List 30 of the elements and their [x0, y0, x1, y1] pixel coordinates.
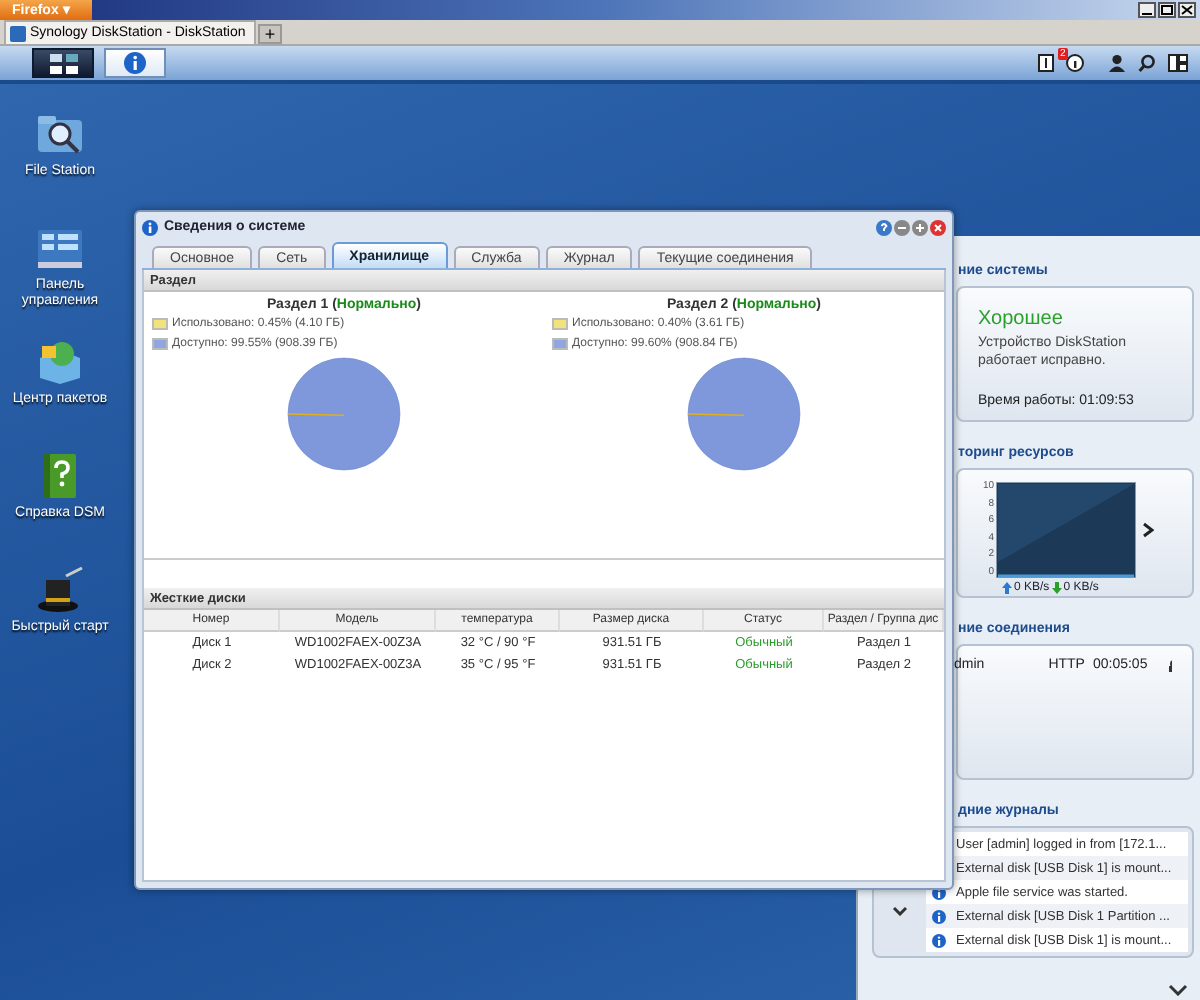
chevron-down-icon[interactable]	[892, 905, 908, 915]
book-icon[interactable]	[1038, 54, 1054, 72]
chevron-down-icon[interactable]	[1168, 984, 1188, 996]
main-menu-button[interactable]	[32, 48, 94, 78]
pie-chart-drawing	[284, 354, 404, 474]
maximize-icon[interactable]	[1158, 2, 1176, 18]
chevron-right-icon[interactable]	[1142, 522, 1154, 538]
info-icon	[932, 933, 946, 947]
new-tab-button[interactable]: +	[258, 24, 282, 44]
info-app-button[interactable]	[104, 48, 166, 78]
widgets-icon[interactable]	[1168, 54, 1188, 72]
user-icon[interactable]	[1108, 54, 1126, 72]
magic-hat-icon	[34, 564, 86, 616]
help-icon[interactable]	[876, 219, 892, 235]
info-icon	[932, 909, 946, 923]
arrow-down-icon	[1051, 582, 1062, 594]
info-icon	[124, 52, 146, 74]
package-box-icon	[34, 336, 86, 388]
grid-icon	[49, 53, 77, 73]
kick-user-icon[interactable]	[1167, 659, 1172, 671]
traffic-graph-drawing	[996, 482, 1136, 578]
pie-chart-drawing	[684, 354, 804, 474]
close-icon[interactable]	[1178, 2, 1196, 18]
info-icon	[142, 219, 158, 235]
arrow-up-icon	[1002, 582, 1012, 594]
favicon-icon	[10, 25, 26, 41]
notification-icon[interactable]	[1066, 54, 1084, 72]
health-status: Хорошее	[978, 308, 1065, 330]
minimize-icon[interactable]	[1138, 2, 1156, 18]
search-icon[interactable]	[1138, 54, 1156, 72]
